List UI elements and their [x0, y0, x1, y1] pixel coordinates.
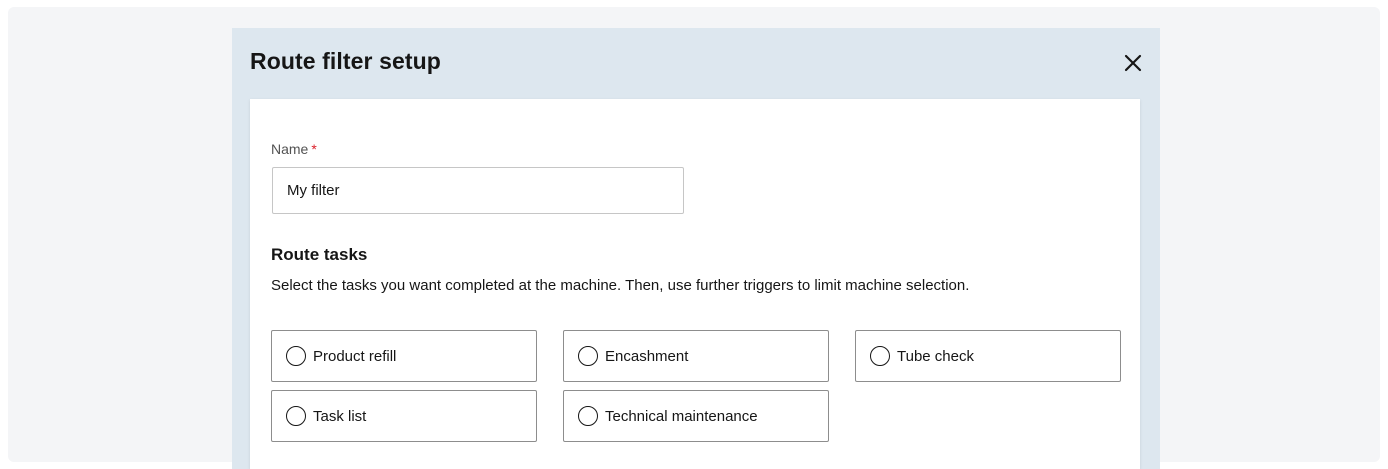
dialog-title: Route filter setup: [250, 48, 441, 74]
task-option-product-refill[interactable]: Product refill: [271, 330, 537, 382]
dialog-body: Name* Route tasks Select the tasks you w…: [250, 99, 1140, 469]
task-option-label: Encashment: [605, 347, 689, 365]
radio-button[interactable]: [578, 406, 598, 426]
route-filter-dialog: Route filter setup Name* Route tasks Sel…: [232, 28, 1160, 469]
task-option-label: Technical maintenance: [605, 407, 758, 425]
task-option-task-list[interactable]: Task list: [271, 390, 537, 442]
radio-button[interactable]: [578, 346, 598, 366]
radio-button[interactable]: [286, 406, 306, 426]
radio-button[interactable]: [870, 346, 890, 366]
name-input[interactable]: [272, 167, 684, 214]
radio-button[interactable]: [286, 346, 306, 366]
task-option-tube-check[interactable]: Tube check: [855, 330, 1121, 382]
task-option-label: Product refill: [313, 347, 397, 365]
task-option-encashment[interactable]: Encashment: [563, 330, 829, 382]
close-button[interactable]: [1118, 48, 1148, 78]
name-label: Name *: [271, 141, 317, 157]
required-marker: *: [311, 141, 317, 157]
task-option-label: Task list: [313, 407, 367, 425]
task-option-technical-maintenance[interactable]: Technical maintenance: [563, 390, 829, 442]
close-icon: [1124, 54, 1142, 72]
route-tasks-title: Route tasks: [271, 245, 368, 264]
route-tasks-description: Select the tasks you want completed at t…: [271, 277, 970, 294]
task-option-label: Tube check: [897, 347, 974, 365]
